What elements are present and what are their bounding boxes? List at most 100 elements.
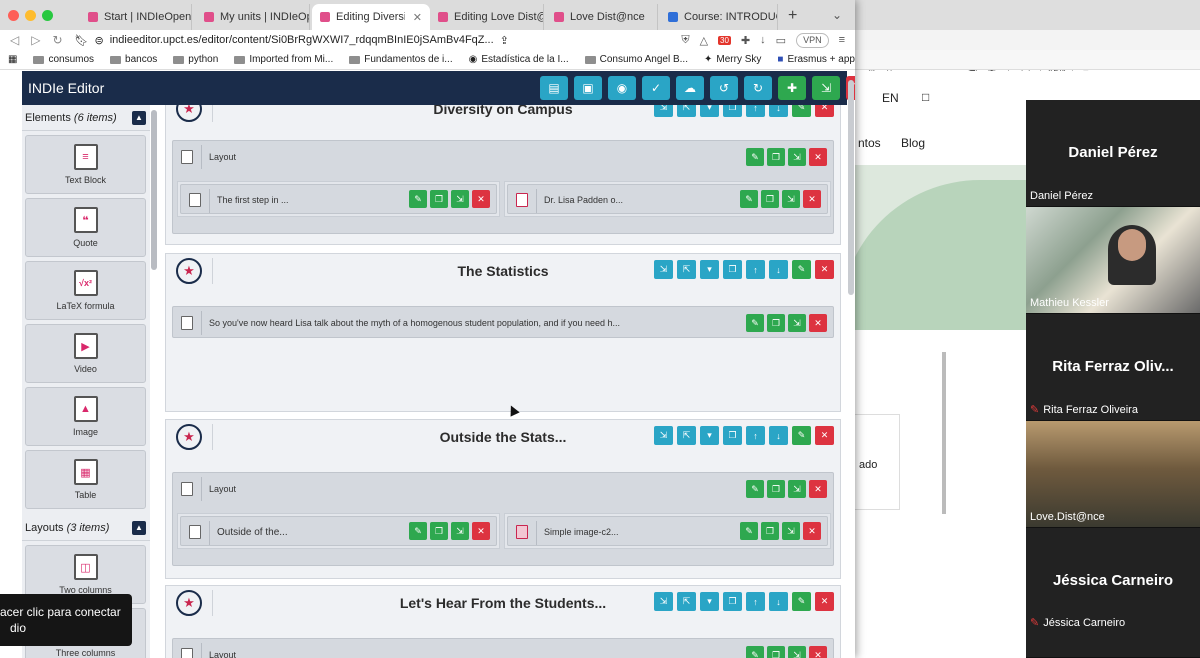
menu-icon[interactable]: ≡ xyxy=(839,34,845,46)
bookmark-item[interactable]: python xyxy=(173,54,218,65)
audio-connect-tooltip[interactable]: acer clic para conectar dio xyxy=(0,594,132,646)
bookmark-item[interactable]: ✦ Merry Sky xyxy=(704,54,761,65)
delete-icon[interactable]: ✕ xyxy=(815,260,834,279)
edit-icon[interactable]: ✎ xyxy=(792,105,811,117)
cast-icon[interactable]: ▭ xyxy=(776,34,786,47)
save-button[interactable]: ▣ xyxy=(574,76,602,100)
bookmark-item[interactable]: bancos xyxy=(110,54,157,65)
participant-video-tile[interactable]: Mathieu Kessler xyxy=(1026,207,1200,314)
content-scrollbar[interactable] xyxy=(848,80,854,295)
section-hear-from-students[interactable]: ★ Let's Hear From the Students... ⇲ ⇱ ▾ … xyxy=(165,585,841,658)
export-icon[interactable]: ⇲ xyxy=(788,314,806,332)
move-up-icon[interactable]: ↑ xyxy=(746,105,765,117)
copy-icon[interactable]: ❐ xyxy=(430,522,448,540)
brave-rewards-icon[interactable]: △ xyxy=(700,34,708,47)
edit-icon[interactable]: ✎ xyxy=(746,314,764,332)
validate-button[interactable]: ✓ xyxy=(642,76,670,100)
minimize-window-button[interactable] xyxy=(25,10,36,21)
delete-icon[interactable]: ✕ xyxy=(815,592,834,611)
chevron-down-icon[interactable]: ▾ xyxy=(700,105,719,117)
reload-icon[interactable]: ↻ xyxy=(52,33,62,47)
copy-icon[interactable]: ❐ xyxy=(723,426,742,445)
puzzle-icon[interactable]: ✚ xyxy=(741,34,750,47)
undo-button[interactable]: ↺ xyxy=(710,76,738,100)
browser-tab[interactable]: Start | INDIeOpen xyxy=(80,4,192,30)
export-icon[interactable]: ⇲ xyxy=(782,190,800,208)
import-section-icon[interactable]: ⇱ xyxy=(677,426,696,445)
import-section-icon[interactable]: ⇱ xyxy=(677,592,696,611)
preview-button[interactable]: ◉ xyxy=(608,76,636,100)
section-diversity-on-campus[interactable]: ★ Diversity on Campus ⇲ ⇱ ▾ ❐ ↑ ↓ ✎ ✕ La… xyxy=(165,105,841,245)
edit-icon[interactable]: ✎ xyxy=(792,426,811,445)
import-section-icon[interactable]: ⇱ xyxy=(677,260,696,279)
delete-icon[interactable]: ✕ xyxy=(809,480,827,498)
edit-icon[interactable]: ✎ xyxy=(409,522,427,540)
browser-tab[interactable]: Course: INTRODUCCIÓ xyxy=(660,4,778,30)
browser-tab[interactable]: Editing Love Dist@nce | xyxy=(430,4,544,30)
delete-icon[interactable]: ✕ xyxy=(815,105,834,117)
browser-tab[interactable]: My units | INDIeOpen xyxy=(196,4,310,30)
export-section-icon[interactable]: ⇲ xyxy=(654,105,673,117)
move-up-icon[interactable]: ↑ xyxy=(746,592,765,611)
move-down-icon[interactable]: ↓ xyxy=(769,105,788,117)
bg-nav-link[interactable]: ntos xyxy=(858,136,881,150)
text-block[interactable]: Outside of the... ✎ ❐ ⇲ ✕ xyxy=(180,516,497,546)
bookmark-item[interactable]: Imported from Mi... xyxy=(234,54,333,65)
bookmark-item[interactable]: ■Erasmus + applica... xyxy=(777,54,855,65)
address-bar[interactable]: 🔖︎ ⊜ indieeditor.upct.es/editor/content/… xyxy=(75,34,670,47)
export-section-icon[interactable]: ⇲ xyxy=(654,260,673,279)
participant-tile[interactable]: Daniel Pérez Daniel Pérez xyxy=(1026,100,1200,207)
layouts-header[interactable]: Layouts (3 items) ▲ xyxy=(22,515,150,541)
new-tab-button[interactable]: + xyxy=(788,7,797,25)
delete-icon[interactable]: ✕ xyxy=(803,522,821,540)
edit-icon[interactable]: ✎ xyxy=(746,148,764,166)
vpn-button[interactable]: VPN xyxy=(796,32,829,48)
copy-icon[interactable]: ❐ xyxy=(761,522,779,540)
share-icon[interactable]: ⇪ xyxy=(500,34,509,47)
edit-icon[interactable]: ✎ xyxy=(792,260,811,279)
elements-header[interactable]: Elements (6 items) ▲ xyxy=(22,105,150,131)
import-section-icon[interactable]: ⇱ xyxy=(677,105,696,117)
copy-icon[interactable]: ❐ xyxy=(761,190,779,208)
forward-icon[interactable]: ▷ xyxy=(31,33,40,47)
text-block[interactable]: So you've now heard Lisa talk about the … xyxy=(172,306,834,338)
edit-icon[interactable]: ✎ xyxy=(409,190,427,208)
bookmark-item[interactable]: consumos xyxy=(33,54,94,65)
delete-icon[interactable]: ✕ xyxy=(809,148,827,166)
copy-icon[interactable]: ❐ xyxy=(767,646,785,658)
zoom-window-button[interactable] xyxy=(42,10,53,21)
export-icon[interactable]: ⇲ xyxy=(788,480,806,498)
export-button[interactable]: ⇲ xyxy=(812,76,840,100)
text-block[interactable]: The first step in ... ✎ ❐ ⇲ ✕ xyxy=(180,184,497,214)
export-icon[interactable]: ⇲ xyxy=(782,522,800,540)
close-window-button[interactable] xyxy=(8,10,19,21)
collapse-icon[interactable]: ▲ xyxy=(132,520,146,535)
element-image[interactable]: ▲ Image xyxy=(25,387,146,446)
delete-icon[interactable]: ✕ xyxy=(809,314,827,332)
chevron-down-icon[interactable]: ▾ xyxy=(700,260,719,279)
export-section-icon[interactable]: ⇲ xyxy=(654,592,673,611)
delete-icon[interactable]: ✕ xyxy=(809,646,827,658)
export-section-icon[interactable]: ⇲ xyxy=(654,426,673,445)
back-icon[interactable]: ◁ xyxy=(10,33,19,47)
extension-badge[interactable]: 30 xyxy=(718,35,731,45)
bookmark-item[interactable]: ◉ Estadística de la I... xyxy=(469,54,569,65)
export-icon[interactable]: ⇲ xyxy=(788,646,806,658)
id-card-button[interactable]: ▤ xyxy=(540,76,568,100)
site-info-icon[interactable]: ⊜ xyxy=(95,34,104,47)
browser-tab-active[interactable]: Editing Diversity On✕ xyxy=(312,4,430,30)
participant-video-tile[interactable]: Love.Dist@nce xyxy=(1026,421,1200,528)
edit-icon[interactable]: ✎ xyxy=(792,592,811,611)
bookmarks-grid-icon[interactable]: ▦ xyxy=(8,54,17,65)
copy-icon[interactable]: ❐ xyxy=(723,105,742,117)
delete-icon[interactable]: ✕ xyxy=(472,190,490,208)
export-icon[interactable]: ⇲ xyxy=(451,190,469,208)
move-down-icon[interactable]: ↓ xyxy=(769,592,788,611)
add-button[interactable]: ✚ xyxy=(778,76,806,100)
bookmark-item[interactable]: Consumo Angel B... xyxy=(584,54,688,65)
delete-icon[interactable]: ✕ xyxy=(803,190,821,208)
element-text-block[interactable]: ≡ Text Block xyxy=(25,135,146,194)
bg-lang-switch[interactable]: EN xyxy=(882,91,899,105)
bookmark-icon[interactable]: 🔖︎ xyxy=(75,34,89,47)
move-up-icon[interactable]: ↑ xyxy=(746,260,765,279)
